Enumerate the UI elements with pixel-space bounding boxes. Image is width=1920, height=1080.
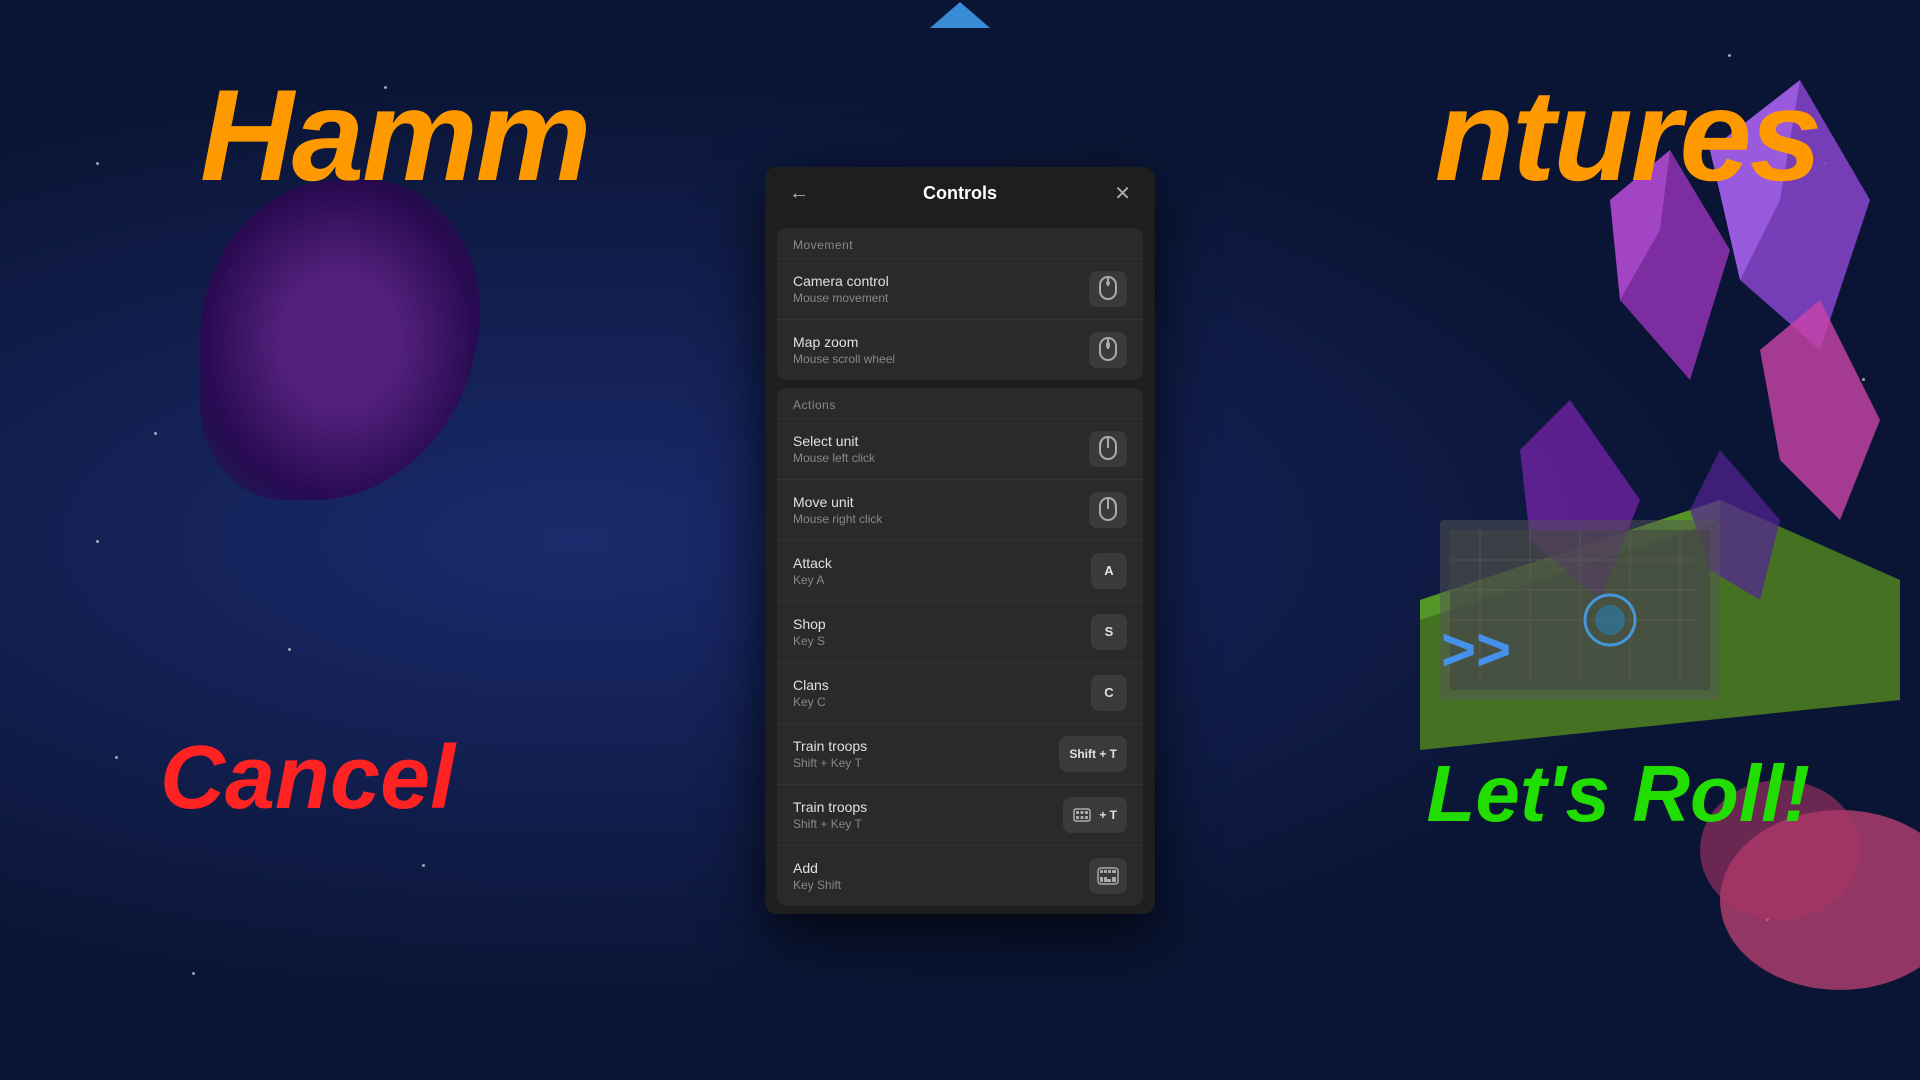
select-unit-badge[interactable] [1089,431,1127,467]
modal-overlay: ← Controls ✕ Movement Camera control Mou… [0,0,1920,1080]
map-zoom-badge[interactable] [1089,332,1127,368]
train-troops-2-key: Shift + Key T [793,817,867,831]
controls-modal: ← Controls ✕ Movement Camera control Mou… [765,167,1155,914]
back-button[interactable]: ← [781,178,817,209]
add-key: Key Shift [793,878,841,892]
modal-body: Movement Camera control Mouse movement [765,220,1155,914]
camera-control-badge[interactable] [1089,271,1127,307]
train-troops-name: Train troops [793,738,867,754]
add-name: Add [793,860,841,876]
camera-control-name: Camera control [793,273,889,289]
map-zoom-key: Mouse scroll wheel [793,352,895,366]
add-row: Add Key Shift [777,845,1143,906]
clans-row: Clans Key C C [777,662,1143,723]
clans-key: Key C [793,695,829,709]
train-troops-row-2: Train troops Shift + Key T [777,784,1143,845]
actions-section: Actions Select unit Mouse left click [777,388,1143,906]
map-zoom-row: Map zoom Mouse scroll wheel [777,319,1143,380]
close-button[interactable]: ✕ [1106,177,1139,210]
clans-badge[interactable]: C [1091,675,1127,711]
train-troops-badge[interactable]: Shift + T [1059,736,1127,772]
train-troops-2-name: Train troops [793,799,867,815]
move-unit-name: Move unit [793,494,882,510]
move-unit-key: Mouse right click [793,512,882,526]
modal-header: ← Controls ✕ [765,167,1155,220]
shop-name: Shop [793,616,826,632]
move-unit-badge[interactable] [1089,492,1127,528]
shop-badge[interactable]: S [1091,614,1127,650]
attack-key: Key A [793,573,832,587]
map-zoom-name: Map zoom [793,334,895,350]
clans-name: Clans [793,677,829,693]
shop-key: Key S [793,634,826,648]
shop-row: Shop Key S S [777,601,1143,662]
modal-title: Controls [923,183,997,204]
actions-section-header: Actions [777,388,1143,418]
camera-control-key: Mouse movement [793,291,889,305]
train-troops-key: Shift + Key T [793,756,867,770]
attack-badge[interactable]: A [1091,553,1127,589]
select-unit-key: Mouse left click [793,451,875,465]
attack-name: Attack [793,555,832,571]
select-unit-row: Select unit Mouse left click [777,418,1143,479]
attack-row: Attack Key A A [777,540,1143,601]
movement-section-header: Movement [777,228,1143,258]
move-unit-row: Move unit Mouse right click [777,479,1143,540]
movement-section: Movement Camera control Mouse movement [777,228,1143,380]
camera-control-row: Camera control Mouse movement [777,258,1143,319]
select-unit-name: Select unit [793,433,875,449]
train-troops-row: Train troops Shift + Key T Shift + T [777,723,1143,784]
train-troops-2-badge[interactable]: + T [1063,797,1127,833]
add-badge[interactable] [1089,858,1127,894]
